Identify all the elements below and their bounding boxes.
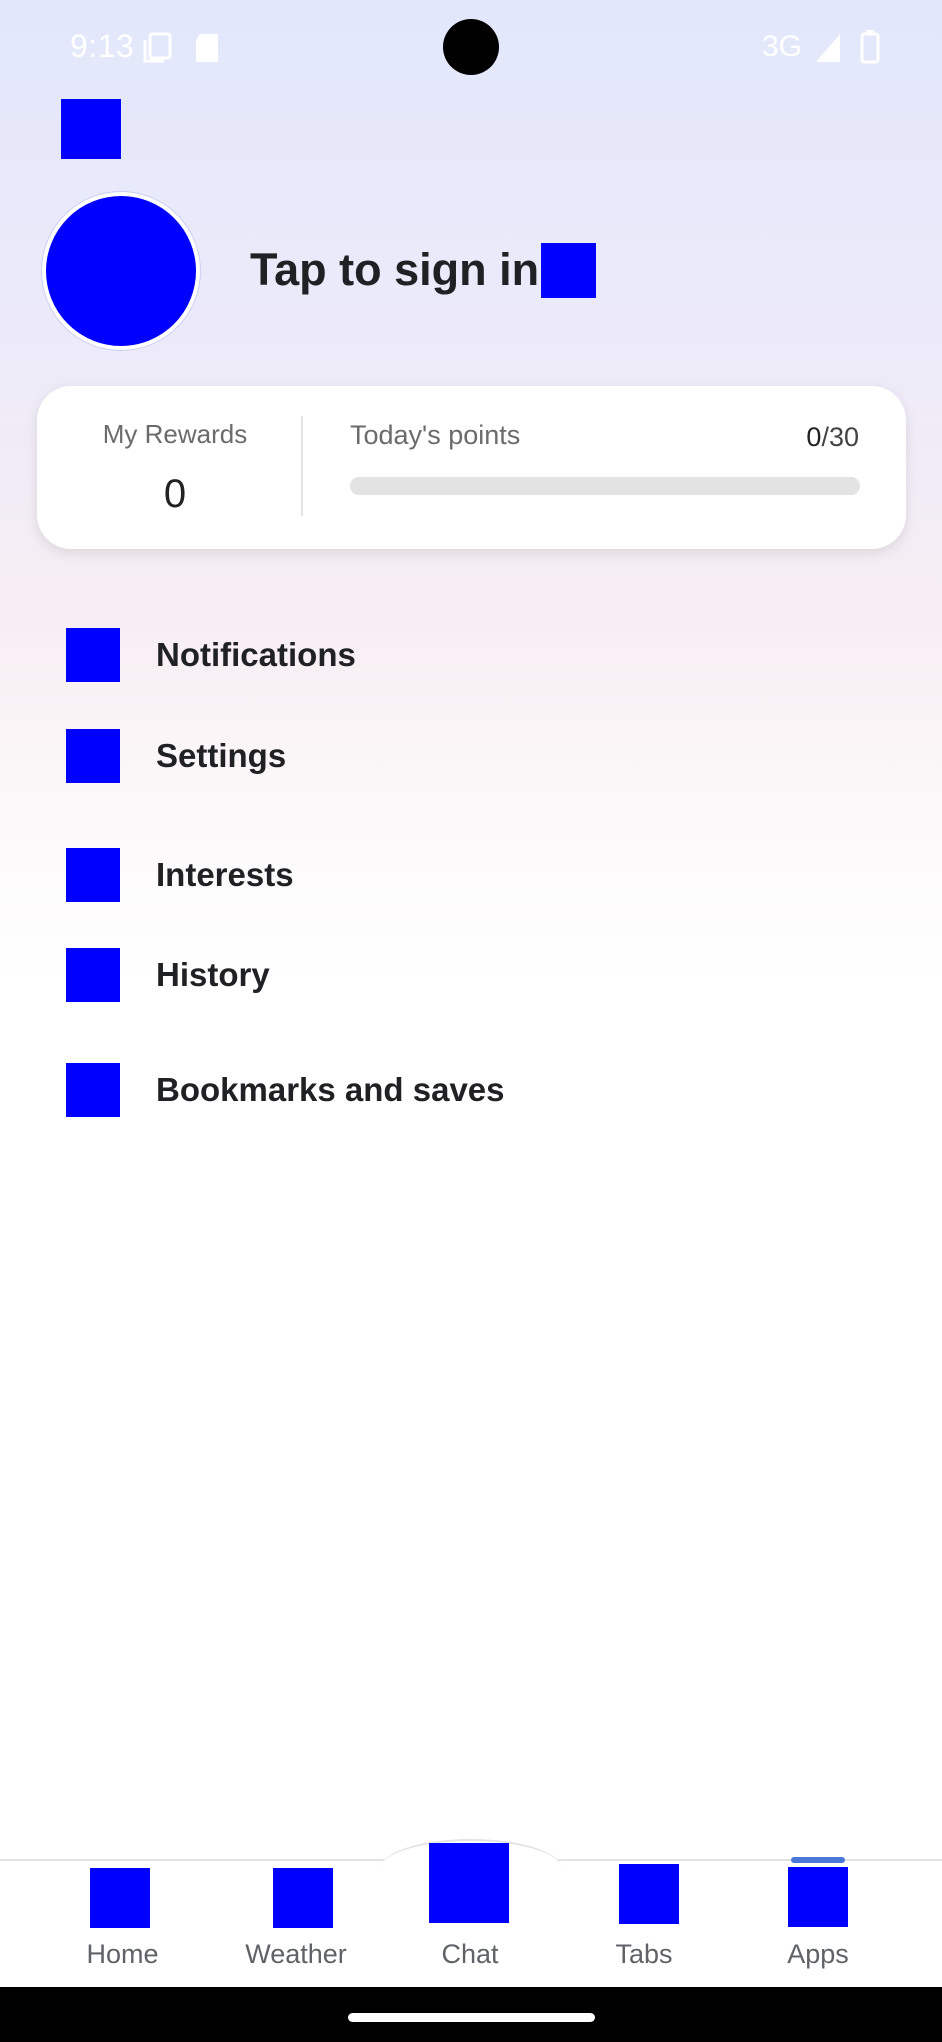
status-bar: 9:13 3G <box>0 0 942 95</box>
points-separator: / <box>821 422 829 452</box>
history-icon <box>66 948 120 1002</box>
menu-item-label: Bookmarks and saves <box>156 1071 505 1108</box>
menu-icon[interactable] <box>61 99 121 159</box>
avatar[interactable] <box>42 192 200 350</box>
nav-label: Tabs <box>615 1939 673 1969</box>
nav-home[interactable]: Home <box>60 1839 185 1987</box>
card-divider <box>301 416 303 516</box>
home-icon <box>90 1868 150 1928</box>
nav-weather[interactable]: Weather <box>236 1839 356 1987</box>
weather-icon <box>273 1868 333 1928</box>
menu-item-label: History <box>156 956 270 993</box>
sign-in-text[interactable]: Tap to sign in <box>250 244 539 296</box>
nav-label: Home <box>86 1939 159 1969</box>
bell-icon <box>66 628 120 682</box>
menu-item-settings[interactable]: Settings <box>0 729 942 809</box>
bottom-nav: Home Weather Chat Tabs Apps <box>0 1839 942 1987</box>
menu-item-history[interactable]: History <box>0 948 942 1028</box>
chat-icon <box>429 1843 509 1923</box>
rewards-value: 0 <box>163 472 187 516</box>
nav-label: Weather <box>245 1939 347 1969</box>
nav-label: Apps <box>787 1939 849 1969</box>
nav-tabs[interactable]: Tabs <box>584 1839 704 1987</box>
menu-item-notifications[interactable]: Notifications <box>0 628 942 708</box>
screen-copy-icon <box>143 32 172 63</box>
rewards-card[interactable]: My Rewards 0 Today's points 0/30 <box>37 386 906 549</box>
menu-item-label: Interests <box>156 856 294 893</box>
status-time: 9:13 <box>70 28 135 64</box>
nav-label: Chat <box>441 1939 499 1969</box>
gesture-handle[interactable] <box>348 2013 595 2022</box>
nav-chat[interactable]: Chat <box>410 1839 530 1987</box>
network-type: 3G <box>762 30 803 63</box>
bookmark-icon <box>66 1063 120 1117</box>
battery-icon <box>860 30 880 64</box>
sd-card-icon <box>196 34 218 62</box>
points-count: 0/30 <box>806 422 859 453</box>
points-current: 0 <box>806 422 822 452</box>
menu-item-label: Settings <box>156 737 287 774</box>
signal-icon <box>816 34 840 62</box>
gear-icon <box>66 729 120 783</box>
system-gesture-area <box>0 1987 942 2042</box>
rewards-label: My Rewards <box>102 419 248 449</box>
tabs-icon <box>619 1864 679 1924</box>
front-camera <box>443 19 499 75</box>
apps-icon <box>788 1867 848 1927</box>
points-label: Today's points <box>350 420 521 450</box>
menu-item-interests[interactable]: Interests <box>0 848 942 928</box>
menu-item-bookmarks[interactable]: Bookmarks and saves <box>0 1063 942 1143</box>
interests-icon <box>66 848 120 902</box>
chevron-icon[interactable] <box>541 243 596 298</box>
points-total: 30 <box>828 422 859 452</box>
points-progress-bar <box>350 477 860 495</box>
nav-apps[interactable]: Apps <box>758 1839 878 1987</box>
menu-item-label: Notifications <box>156 636 356 673</box>
